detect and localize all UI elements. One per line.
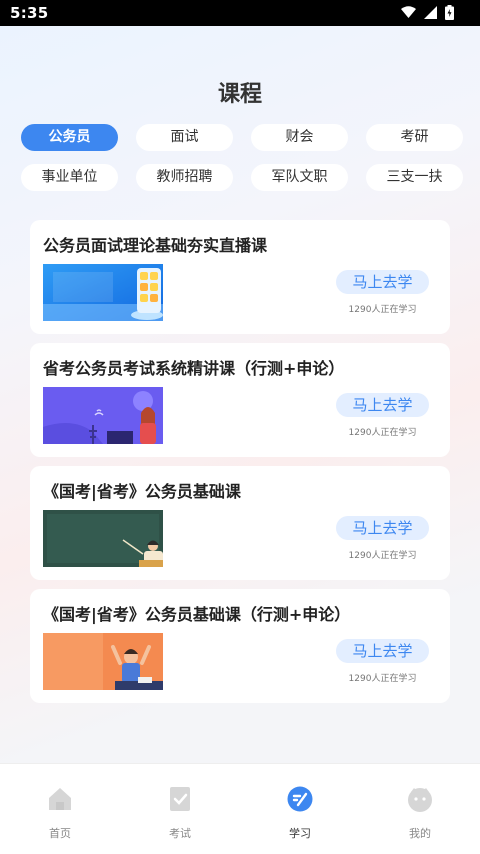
category-chip-three-supports[interactable]: 三支一扶 xyxy=(366,164,463,191)
course-card[interactable]: 公务员面试理论基础夯实直播课 马上去学 1290人正在学习 xyxy=(30,220,450,334)
course-thumbnail xyxy=(43,633,163,690)
category-chip-postgrad[interactable]: 考研 xyxy=(366,124,463,151)
tab-label: 学习 xyxy=(289,827,311,840)
status-time: 5:35 xyxy=(10,4,49,22)
start-learning-button[interactable]: 马上去学 xyxy=(336,270,429,294)
course-card[interactable]: 《国考|省考》公务员基础课（行测+申论） 马上去学 1290人正在学习 xyxy=(30,589,450,703)
start-learning-button[interactable]: 马上去学 xyxy=(336,393,429,417)
course-thumbnail xyxy=(43,510,163,567)
tab-home[interactable]: 首页 xyxy=(30,786,90,841)
category-chip-interview[interactable]: 面试 xyxy=(136,124,233,151)
tab-label: 考试 xyxy=(169,827,191,840)
category-chip-teacher-recruitment[interactable]: 教师招聘 xyxy=(136,164,233,191)
status-icons xyxy=(401,5,454,20)
bottom-tab-bar: 首页 考试 学习 我的 xyxy=(0,763,480,854)
course-image-online xyxy=(43,387,163,444)
learner-count: 1290人正在学习 xyxy=(348,428,417,438)
start-learning-button[interactable]: 马上去学 xyxy=(336,516,429,540)
course-image-live xyxy=(43,264,163,321)
learner-count: 1290人正在学习 xyxy=(348,551,417,561)
category-chip-public-institution[interactable]: 事业单位 xyxy=(21,164,118,191)
study-icon xyxy=(287,786,313,812)
learner-count: 1290人正在学习 xyxy=(348,305,417,315)
page-title: 课程 xyxy=(217,82,262,107)
category-chip-military-civilian[interactable]: 军队文职 xyxy=(251,164,348,191)
start-learning-button[interactable]: 马上去学 xyxy=(336,639,429,663)
course-thumbnail xyxy=(43,387,163,444)
tab-label: 我的 xyxy=(409,827,431,840)
course-image-cheering xyxy=(43,633,163,690)
course-thumbnail xyxy=(43,264,163,321)
category-chip-accounting[interactable]: 财会 xyxy=(251,124,348,151)
learner-count: 1290人正在学习 xyxy=(348,674,417,684)
course-title: 公务员面试理论基础夯实直播课 xyxy=(43,236,268,255)
signal-icon xyxy=(424,6,437,19)
course-card[interactable]: 《国考|省考》公务员基础课 马上去学 1290人正在学习 xyxy=(30,466,450,580)
category-chip-civil-servant[interactable]: 公务员 xyxy=(21,124,118,151)
course-card[interactable]: 省考公务员考试系统精讲课（行测+申论） 马上去学 1290人正在学习 xyxy=(30,343,450,457)
profile-icon xyxy=(408,788,432,812)
course-title: 《国考|省考》公务员基础课（行测+申论） xyxy=(43,605,351,624)
tab-study[interactable]: 学习 xyxy=(270,786,330,841)
course-title: 省考公务员考试系统精讲课（行测+申论） xyxy=(43,359,345,378)
course-title: 《国考|省考》公务员基础课 xyxy=(43,482,241,501)
home-icon xyxy=(49,788,71,810)
course-image-blackboard xyxy=(43,510,163,567)
category-chips: 公务员 面试 财会 考研 事业单位 教师招聘 军队文职 三支一扶 xyxy=(21,124,463,191)
wifi-icon xyxy=(401,6,416,18)
exam-icon xyxy=(170,787,190,811)
tab-label: 首页 xyxy=(49,827,71,840)
status-bar: 5:35 xyxy=(0,0,480,26)
tab-profile[interactable]: 我的 xyxy=(390,786,450,841)
tab-exam[interactable]: 考试 xyxy=(150,786,210,841)
battery-icon xyxy=(445,5,454,20)
